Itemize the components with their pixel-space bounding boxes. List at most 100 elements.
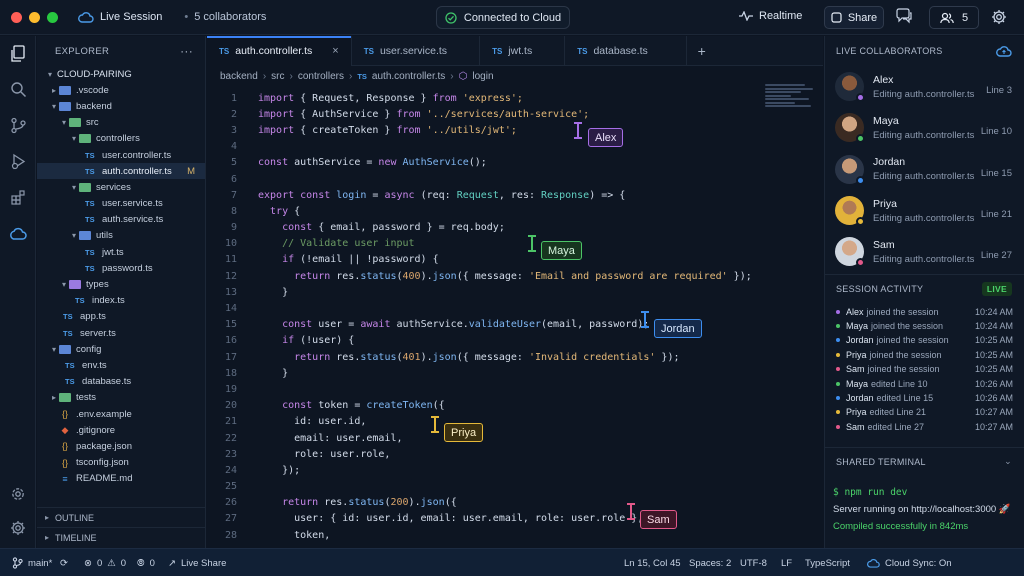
breadcrumb-item[interactable]: auth.controller.ts (372, 71, 445, 82)
collaborators-count[interactable]: • 5 collaborators (184, 11, 266, 23)
indentation-setting[interactable]: Spaces: 2 (689, 549, 731, 576)
outline-section-toggle[interactable]: ▸ OUTLINE (37, 507, 206, 527)
code-token: Request (456, 189, 499, 201)
accounts-activity-button[interactable] (8, 484, 28, 504)
code-token: import (258, 108, 295, 120)
close-tab-icon[interactable]: × (332, 45, 338, 57)
source-control-activity-button[interactable] (8, 115, 28, 135)
activity-row: Sam edited Line 27 10:27 AM (825, 420, 1024, 434)
tree-file-database[interactable]: TS database.ts (37, 374, 205, 390)
tree-folder-src[interactable]: ▾ src (37, 115, 205, 131)
tree-file-user-service[interactable]: TS user.service.ts (37, 196, 205, 212)
tree-root-folder[interactable]: ▾ CLOUD-PAIRING (37, 66, 205, 82)
tab-auth-controller[interactable]: TS auth.controller.ts × (207, 36, 352, 66)
chevron-down-icon: ▾ (71, 231, 76, 241)
code-line: 11 if (!email || !password) { (207, 252, 823, 268)
collaborator-row[interactable]: Jordan Editing auth.controller.ts Line 1… (825, 149, 1024, 190)
cloud-activity-button[interactable] (8, 223, 28, 243)
tree-file-auth-service[interactable]: TS auth.service.ts (37, 212, 205, 228)
branch-indicator[interactable]: main* (12, 549, 52, 576)
tree-file-password[interactable]: TS password.ts (37, 260, 205, 276)
language-mode[interactable]: TypeScript (805, 549, 850, 576)
explorer-more-button[interactable]: ··· (180, 44, 193, 58)
tree-item-label: password.ts (102, 262, 153, 274)
new-tab-button[interactable]: + (687, 36, 717, 65)
collaborator-row[interactable]: Priya Editing auth.controller.ts Line 21 (825, 190, 1024, 231)
tree-file-env[interactable]: TS env.ts (37, 357, 205, 373)
code-line: 20 const token = createToken({ (207, 398, 823, 414)
tab-user-service[interactable]: TS user.service.ts (352, 36, 481, 66)
branch-name: main* (28, 557, 53, 569)
live-share-icon: ↗ (168, 557, 176, 569)
timeline-section-toggle[interactable]: ▸ TIMELINE (37, 527, 206, 547)
collaborator-row[interactable]: Sam Editing auth.controller.ts Line 27 (825, 231, 1024, 272)
close-window-button[interactable] (11, 11, 22, 23)
chevron-down-icon[interactable]: ⌄ (1004, 456, 1012, 467)
minimize-window-button[interactable] (29, 11, 40, 23)
share-button[interactable]: Share (824, 6, 884, 29)
tree-folder-controllers[interactable]: ▾ controllers (37, 131, 205, 147)
line-number: 28 (224, 529, 237, 541)
tree-file-tsconfig[interactable]: {} tsconfig.json (37, 455, 205, 471)
explorer-activity-button[interactable] (8, 44, 28, 64)
live-session-indicator[interactable]: Live Session (78, 11, 162, 23)
cloud-upload-icon[interactable] (996, 45, 1012, 57)
sync-button[interactable]: ⟳ (60, 549, 68, 576)
code-editor[interactable]: 1 import { Request, Response } from 'expr… (207, 90, 823, 548)
maximize-window-button[interactable] (47, 11, 58, 23)
code-token: async (384, 189, 415, 201)
manage-activity-button[interactable] (8, 518, 28, 538)
code-token: json (432, 270, 457, 282)
shared-terminal[interactable]: $ npm run dev Server running on http://l… (825, 476, 1024, 543)
extensions-activity-button[interactable] (8, 187, 28, 207)
cloud-sync-status[interactable]: Cloud Sync: On (867, 549, 952, 576)
line-number: 9 (230, 222, 237, 234)
breadcrumb-item[interactable]: controllers (298, 71, 344, 82)
shared-terminal-title: SHARED TERMINAL (836, 456, 926, 467)
tree-file-auth-controller[interactable]: TS auth.controller.ts M (37, 163, 205, 180)
collaborator-row[interactable]: Maya Editing auth.controller.ts Line 10 (825, 107, 1024, 148)
users-button[interactable]: 5 (929, 6, 979, 29)
tree-folder-config[interactable]: ▾ config (37, 341, 205, 357)
breadcrumb-item[interactable]: backend (220, 71, 258, 82)
settings-button[interactable] (991, 9, 1007, 28)
live-share-button[interactable]: ↗ Live Share (168, 549, 226, 576)
tree-file-index[interactable]: TS index.ts (37, 293, 205, 309)
problems-indicator[interactable]: ⊗ 0 ⚠ 0 (84, 549, 126, 576)
tree-folder-backend[interactable]: ▾ backend (37, 98, 205, 114)
tree-file-user-controller[interactable]: TS user.controller.ts (37, 147, 205, 163)
breadcrumb-item[interactable]: src (271, 71, 284, 82)
tree-item-label: .env.example (76, 408, 132, 420)
tree-file-server[interactable]: TS server.ts (37, 325, 205, 341)
code-token: from (396, 108, 421, 120)
chat-button[interactable] (895, 8, 913, 27)
code-token: import (258, 92, 295, 104)
connection-status-pill[interactable]: Connected to Cloud (436, 6, 570, 29)
tree-file-readme[interactable]: ≡ README.md (37, 471, 205, 487)
tab-database[interactable]: TS database.ts (565, 36, 687, 66)
tree-file-gitignore[interactable]: ◆ .gitignore (37, 422, 205, 438)
shared-terminal-header[interactable]: SHARED TERMINAL ⌄ (825, 447, 1024, 475)
tree-file-app[interactable]: TS app.ts (37, 309, 205, 325)
tree-file-env-example[interactable]: {} .env.example (37, 406, 205, 422)
encoding-setting[interactable]: UTF-8 (740, 549, 767, 576)
breadcrumb-item[interactable]: login (472, 71, 493, 82)
ports-indicator[interactable]: ⦾ 0 (137, 549, 155, 576)
tab-jwt[interactable]: TS jwt.ts (480, 36, 566, 66)
typescript-file-icon: TS (85, 263, 95, 273)
cursor-position[interactable]: Ln 15, Col 45 (624, 549, 681, 576)
collaborator-row[interactable]: Alex Editing auth.controller.ts Line 3 (825, 66, 1024, 107)
search-activity-button[interactable] (8, 79, 28, 99)
tree-folder-tests[interactable]: ▸ tests (37, 390, 205, 406)
tree-file-package-json[interactable]: {} package.json (37, 438, 205, 454)
run-debug-activity-button[interactable] (8, 151, 28, 171)
eol-setting[interactable]: LF (781, 549, 792, 576)
tree-folder-utils[interactable]: ▾ utils (37, 228, 205, 244)
tree-folder-services[interactable]: ▾ services (37, 179, 205, 195)
users-icon (940, 12, 954, 23)
tree-file-jwt[interactable]: TS jwt.ts (37, 244, 205, 260)
search-icon (10, 81, 26, 97)
tree-folder-types[interactable]: ▾ types (37, 276, 205, 292)
tree-folder-vscode[interactable]: ▸ .vscode (37, 82, 205, 98)
realtime-indicator[interactable]: Realtime (739, 10, 802, 22)
